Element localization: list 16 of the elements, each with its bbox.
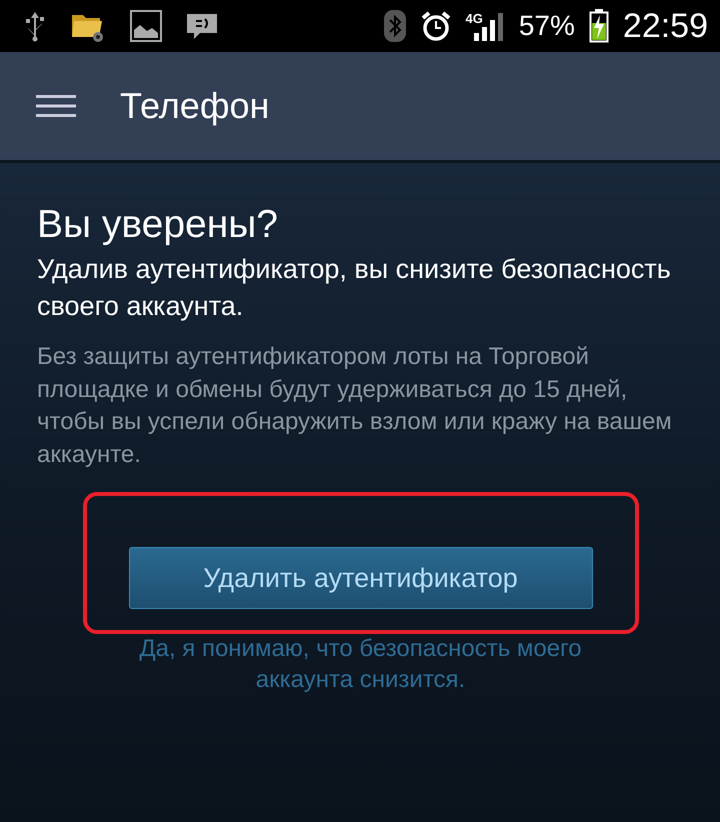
menu-icon[interactable]	[36, 94, 76, 118]
subheading: Удалив аутентификатор, вы снизите безопасность своего аккаунта.	[37, 253, 672, 323]
battery-percent: 57%	[518, 10, 575, 42]
description: Без защиты аутентификатором лоты на Торговой площадке и обмены будут удерживаться до 15 дней, чтобы вы успели обнаружить взлом или кражу на вашем аккаунте.	[37, 342, 673, 470]
network-type: 4G	[466, 11, 483, 26]
image-icon	[130, 10, 162, 42]
usb-icon	[24, 10, 46, 42]
clock: 22:59	[622, 6, 708, 46]
battery-icon	[588, 9, 609, 43]
confirmation-note: Да, я понимаю, что безопасность моего аккаунта снизится.	[138, 634, 583, 695]
bluetooth-icon	[384, 10, 406, 42]
remove-authenticator-button[interactable]: Удалить аутентификатор	[128, 547, 592, 609]
heading: Вы уверены?	[37, 202, 279, 248]
chat-icon	[186, 11, 218, 41]
screen-title: Телефон	[120, 85, 270, 127]
alarm-clock-icon	[420, 10, 452, 42]
